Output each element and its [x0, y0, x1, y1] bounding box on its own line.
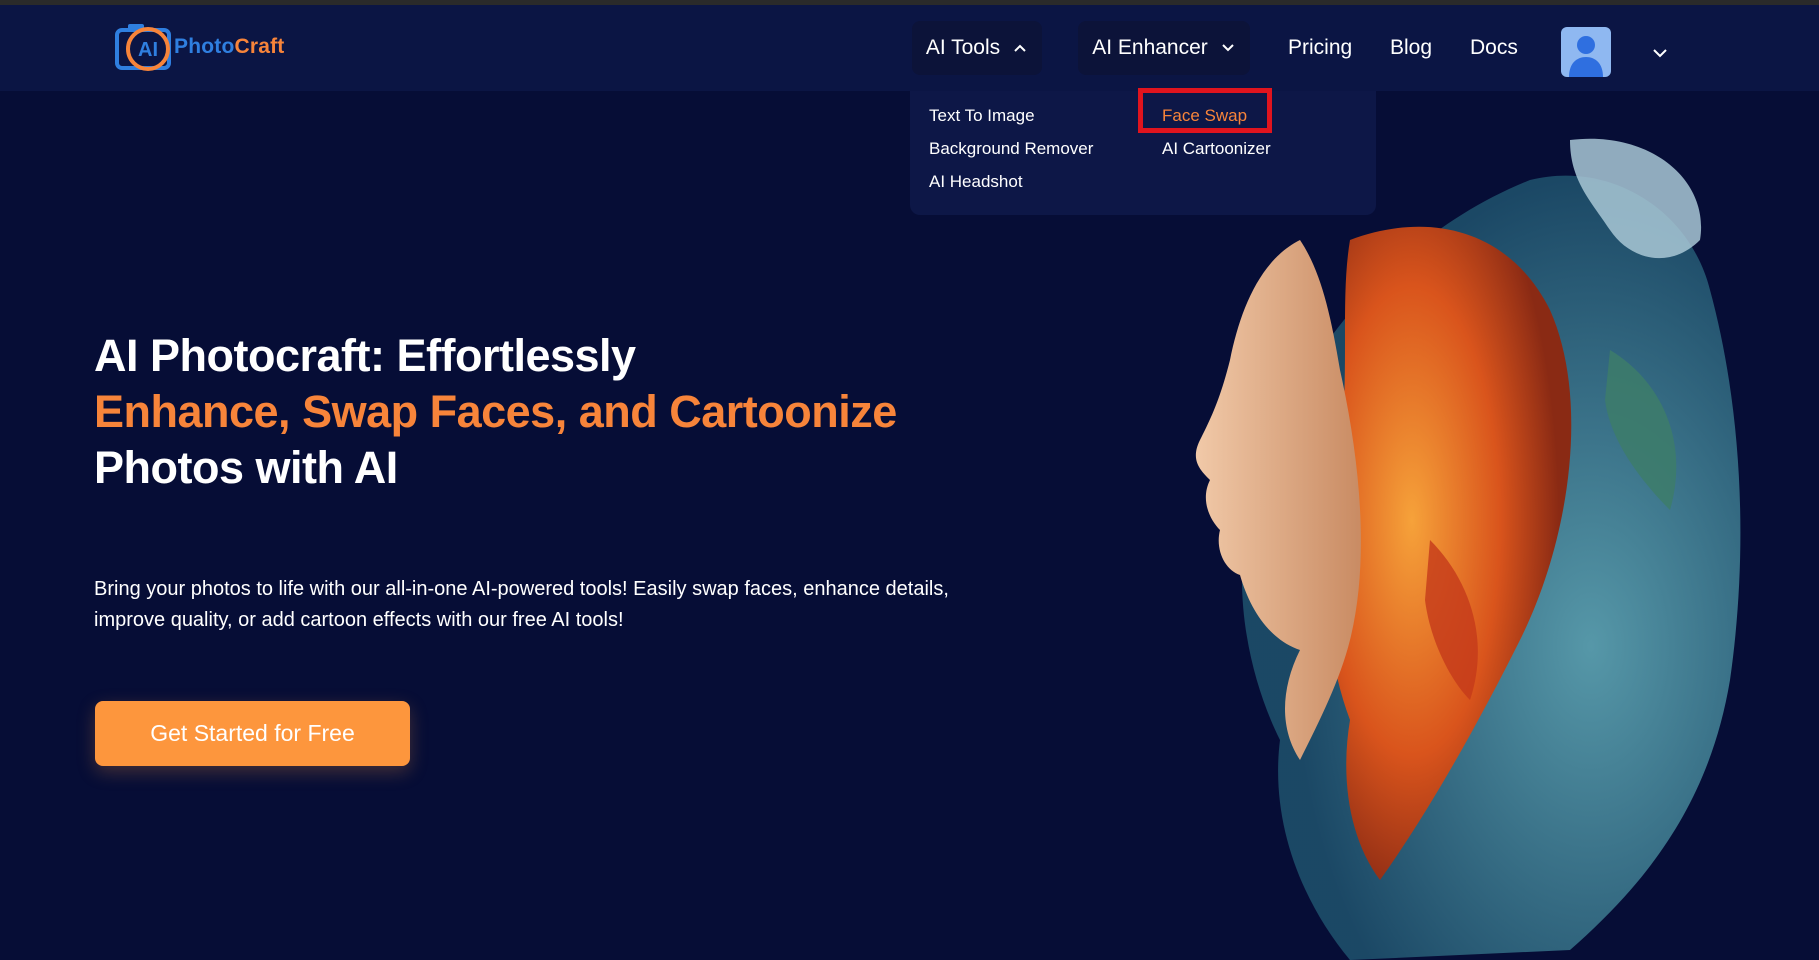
menu-item-text-to-image[interactable]: Text To Image — [929, 106, 1035, 126]
brand-name-part2: Craft — [234, 35, 285, 58]
nav-ai-enhancer-label: AI Enhancer — [1092, 36, 1208, 59]
user-avatar[interactable] — [1561, 27, 1611, 77]
hero-title-line1: AI Photocraft: Effortlessly — [94, 330, 636, 381]
hero-title-line2: Enhance, Swap Faces, and Cartoonize — [94, 386, 897, 437]
nav-pricing[interactable]: Pricing — [1288, 21, 1352, 75]
brand-name-part1: Photo — [174, 35, 235, 58]
hero-title: AI Photocraft: Effortlessly Enhance, Swa… — [94, 328, 994, 496]
nav-blog[interactable]: Blog — [1390, 21, 1432, 75]
brand-name: PhotoCraft — [174, 35, 285, 59]
chevron-down-icon — [1222, 44, 1234, 52]
hero-subtitle: Bring your photos to life with our all-i… — [94, 578, 949, 631]
nav-ai-tools-label: AI Tools — [925, 36, 1001, 59]
chevron-up-icon — [1014, 44, 1026, 52]
hero-portrait-image — [1195, 138, 1741, 960]
account-chevron-down-icon[interactable] — [1651, 44, 1669, 62]
get-started-button[interactable]: Get Started for Free — [95, 701, 410, 766]
nav-ai-enhancer[interactable]: AI Enhancer — [1078, 21, 1250, 75]
user-avatar-icon — [1569, 36, 1603, 77]
hero-title-line3: Photos with AI — [94, 442, 398, 493]
menu-item-ai-headshot[interactable]: AI Headshot — [929, 172, 1023, 192]
top-navbar: AI PhotoCraft AI Tools AI Enhancer Prici… — [0, 5, 1819, 91]
brand-logo[interactable]: AI PhotoCraft — [114, 18, 285, 76]
nav-docs[interactable]: Docs — [1470, 21, 1518, 75]
logo-mark-text: AI — [138, 39, 158, 61]
nav-ai-tools[interactable]: AI Tools — [912, 21, 1042, 75]
camera-logo-icon: AI — [115, 24, 171, 71]
